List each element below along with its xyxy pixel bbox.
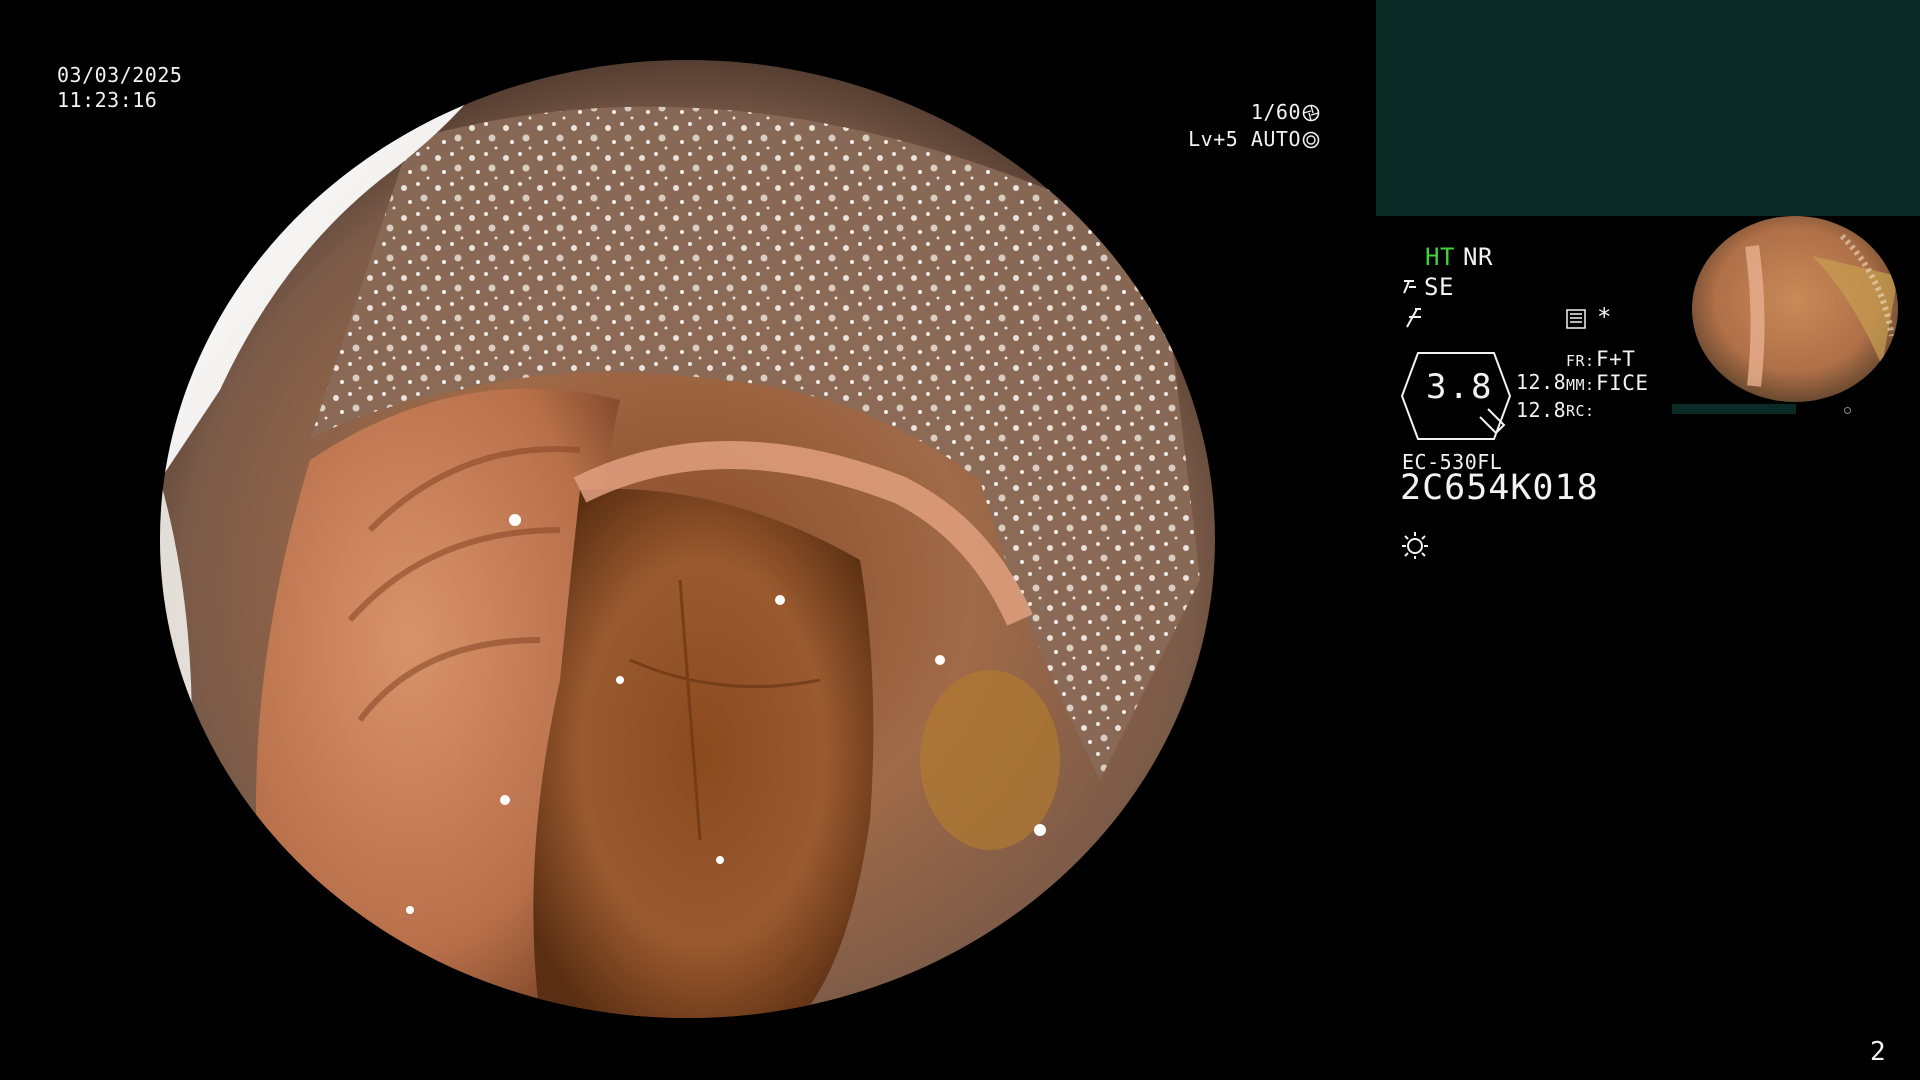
aperture-icon [1302, 104, 1320, 122]
memory-card-icon [1566, 309, 1586, 329]
value-a: 12.8 [1516, 370, 1567, 394]
mm-key: MM: [1566, 376, 1595, 394]
fr-key: FR: [1566, 352, 1595, 370]
endoscope-view [160, 60, 1215, 1018]
star-indicator: * [1597, 303, 1612, 331]
structure-enhance-icon [1403, 280, 1416, 294]
se-text: SE [1424, 273, 1454, 301]
date-time-display: 03/03/2025 11:23:16 [57, 63, 182, 113]
color-filter-icon [1406, 308, 1421, 328]
nr-indicator: NR [1463, 243, 1493, 271]
thumbnail-dot-icon [1844, 407, 1851, 414]
scope-serial: 2C654K018 [1400, 468, 1599, 508]
endoscopic-image [160, 60, 1215, 1018]
ht-indicator: HT [1425, 243, 1455, 271]
sub-screen-panel [1376, 0, 1920, 216]
thumbnail-image[interactable] [1692, 216, 1898, 402]
structure-enhance-row: SE [1402, 275, 1454, 300]
zoom-value: 3.8 [1426, 367, 1494, 407]
auto-iris-icon [1302, 131, 1320, 149]
rc-key: RC: [1566, 402, 1595, 420]
page-number: 2 [1870, 1037, 1887, 1067]
level-text: Lv+5 AUTO [1188, 127, 1301, 151]
value-b: 12.8 [1516, 398, 1567, 422]
date-text: 03/03/2025 [57, 63, 183, 87]
mm-value: FICE [1596, 371, 1649, 395]
fr-value: F+T [1596, 347, 1636, 371]
shutter-text: 1/60 [1250, 100, 1301, 124]
light-source-icon [1402, 532, 1428, 559]
thumbnail-bar [1672, 404, 1796, 414]
level-display: Lv+5 AUTO [1180, 127, 1320, 152]
shutter-display: 1/60 [1180, 100, 1320, 125]
time-text: 11:23:16 [57, 88, 158, 112]
